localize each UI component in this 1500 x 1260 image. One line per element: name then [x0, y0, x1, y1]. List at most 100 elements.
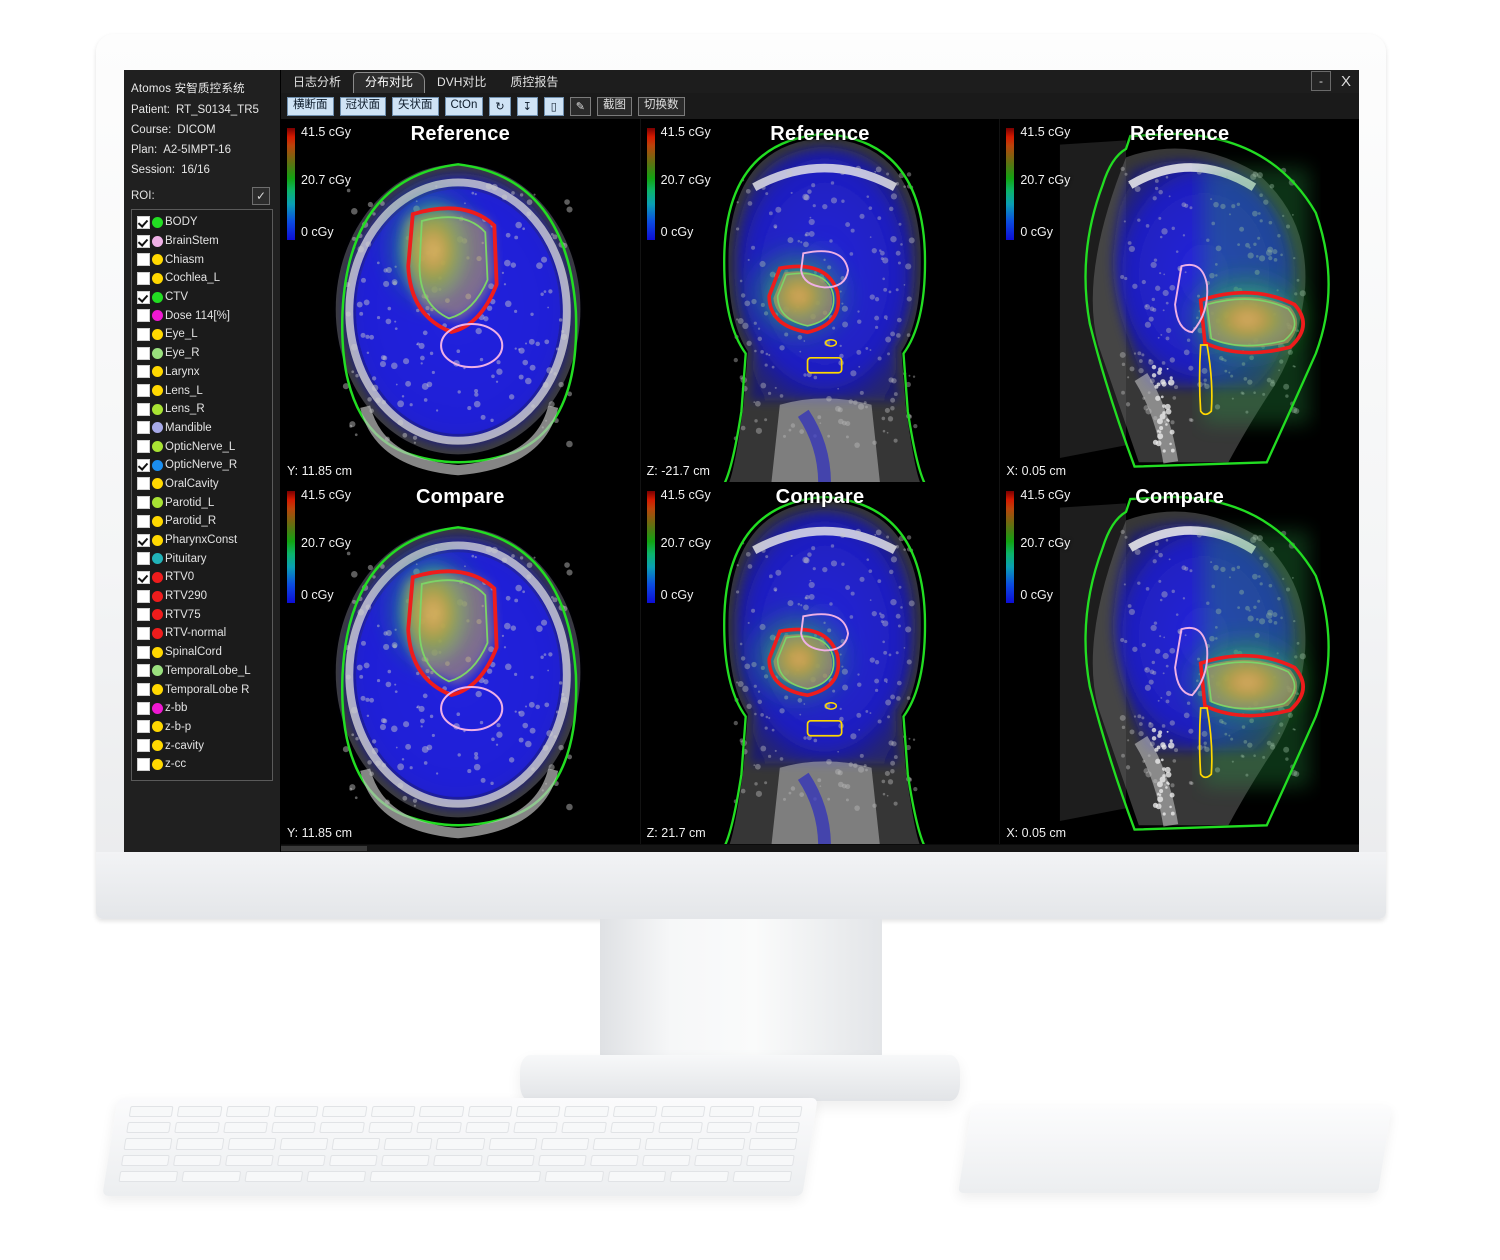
roi-list-item[interactable]: Lens_L: [134, 381, 272, 400]
roi-checkbox[interactable]: [137, 514, 150, 528]
roi-list-item[interactable]: z-cc: [134, 755, 272, 774]
course-value: DICOM: [177, 124, 216, 136]
viewport-compare-sagittal[interactable]: 41.5 cGy 20.7 cGy 0 cGy Compare X: 0.05 cm: [1000, 481, 1359, 844]
toolbar-button-1[interactable]: 冠状面: [339, 96, 386, 116]
roi-checkbox[interactable]: [137, 496, 150, 510]
roi-checkbox[interactable]: [137, 720, 150, 734]
roi-checkbox[interactable]: [137, 384, 150, 398]
toolbar-button-3[interactable]: CtOn: [444, 96, 484, 116]
roi-checkbox[interactable]: [137, 458, 150, 472]
roi-list-item[interactable]: RTV290: [134, 587, 272, 606]
roi-list-item[interactable]: z-bb: [134, 699, 272, 718]
roi-list-item[interactable]: OpticNerve_R: [134, 456, 272, 475]
roi-list-item[interactable]: Eye_L: [134, 325, 272, 344]
horizontal-scrollbar[interactable]: [281, 844, 1359, 852]
roi-checkbox[interactable]: [137, 552, 150, 566]
scrollbar-thumb[interactable]: [281, 846, 367, 851]
roi-checkbox[interactable]: [137, 739, 150, 753]
close-button[interactable]: X: [1337, 72, 1355, 90]
roi-checkbox[interactable]: [137, 327, 150, 341]
roi-list-item[interactable]: Cochlea_L: [134, 269, 272, 288]
roi-checkbox[interactable]: [137, 253, 150, 267]
roi-list-item[interactable]: CTV: [134, 288, 272, 307]
toolbar-button-9[interactable]: 切换数: [638, 96, 685, 116]
rotate-icon[interactable]: ↻: [489, 96, 511, 116]
colorbar-max-label: 41.5 cGy: [1020, 125, 1071, 139]
roi-list[interactable]: BODY BrainStem Chiasm Cochlea_L CTV Dose 114[…: [131, 209, 273, 781]
colorbar-mid-label: 20.7 cGy: [660, 535, 711, 550]
viewport-reference-sagittal[interactable]: 41.5 cGy 20.7 cGy 0 cGy Reference X: 0.05 cm: [1000, 119, 1359, 482]
tab-bar[interactable]: 日志分析 分布对比 DVH对比 质控报告 - X: [281, 70, 1359, 93]
roi-checkbox[interactable]: [137, 608, 150, 622]
viewport-compare-coronal[interactable]: 41.5 cGy 20.7 cGy 0 cGy Compare Z: 21.7 cm: [640, 481, 1001, 844]
roi-list-item[interactable]: RTV-normal: [134, 624, 272, 643]
minimize-button[interactable]: -: [1311, 71, 1331, 91]
roi-checkbox[interactable]: [137, 570, 150, 584]
roi-list-item[interactable]: RTV75: [134, 605, 272, 624]
roi-checkbox[interactable]: [137, 271, 150, 285]
viewport-reference-coronal[interactable]: 41.5 cGy 20.7 cGy 0 cGy Reference Z: -21.7 c…: [640, 119, 1001, 482]
roi-list-item[interactable]: RTV0: [134, 568, 272, 587]
roi-item-label: OpticNerve_L: [165, 440, 236, 453]
roi-color-swatch: [152, 758, 163, 770]
tab-3[interactable]: 质控报告: [498, 72, 570, 93]
roi-list-item[interactable]: Eye_R: [134, 344, 272, 363]
tab-2[interactable]: DVH对比: [425, 72, 498, 93]
download-icon[interactable]: ↧: [516, 96, 538, 116]
roi-list-item[interactable]: TemporalLobe_L: [134, 662, 272, 681]
pencil-icon[interactable]: ✎: [569, 96, 591, 116]
roi-checkbox[interactable]: [137, 346, 150, 360]
roi-list-item[interactable]: OralCavity: [134, 475, 272, 494]
roi-list-item[interactable]: Dose 114[%]: [134, 306, 272, 325]
roi-checkbox[interactable]: [137, 477, 150, 491]
roi-checkbox[interactable]: [137, 664, 150, 678]
roi-checkbox[interactable]: [137, 234, 150, 248]
toolbar-button-0[interactable]: 横断面: [287, 96, 334, 116]
roi-checkbox[interactable]: [137, 309, 150, 323]
roi-checkbox[interactable]: [137, 215, 150, 229]
roi-checkbox[interactable]: [137, 402, 150, 416]
colorbar-mid-label: 20.7 cGy: [301, 173, 352, 187]
roi-checkbox[interactable]: [137, 757, 150, 771]
roi-list-item[interactable]: PharynxConst: [134, 531, 272, 550]
roi-list-item[interactable]: Parotid_R: [134, 512, 272, 531]
roi-list-item[interactable]: Mandible: [134, 419, 272, 438]
roi-list-item[interactable]: Parotid_L: [134, 493, 272, 512]
roi-checkbox[interactable]: [137, 626, 150, 640]
roi-checkbox[interactable]: [137, 701, 150, 715]
roi-color-swatch: [152, 347, 163, 359]
roi-list-item[interactable]: z-b-p: [134, 718, 272, 737]
roi-checkbox[interactable]: [137, 533, 150, 547]
roi-list-item[interactable]: TemporalLobe R: [134, 680, 272, 699]
roi-list-item[interactable]: BODY: [134, 213, 272, 232]
tab-0[interactable]: 日志分析: [281, 72, 353, 93]
viewport-reference-axial[interactable]: 41.5 cGy 20.7 cGy 0 cGy Reference Y: 11.85 c…: [281, 119, 641, 482]
toolbar[interactable]: 横断面 冠状面 矢状面 CtOn ↻ ↧ ▯ ✎ 截图 切换数: [281, 93, 1359, 119]
roi-list-item[interactable]: z-cavity: [134, 736, 272, 755]
roi-checkbox[interactable]: [137, 440, 150, 454]
tab-1[interactable]: 分布对比: [353, 72, 426, 93]
roi-checkbox[interactable]: [137, 365, 150, 379]
roi-color-swatch: [152, 665, 163, 677]
keyboard-key: [271, 1122, 317, 1134]
viewport-compare-axial[interactable]: 41.5 cGy 20.7 cGy 0 cGy Compare Y: 11.85 cm: [281, 481, 641, 844]
roi-list-item[interactable]: BrainStem: [134, 232, 272, 251]
roi-checkbox[interactable]: [137, 421, 150, 435]
dose-colorbar: 41.5 cGy 20.7 cGy 0 cGy: [287, 125, 383, 245]
roi-select-all-checkbox[interactable]: ✓: [252, 187, 270, 205]
roi-checkbox[interactable]: [137, 645, 150, 659]
keyboard-key: [513, 1122, 559, 1134]
roi-list-item[interactable]: Larynx: [134, 363, 272, 382]
roi-checkbox[interactable]: [137, 290, 150, 304]
roi-list-item[interactable]: Chiasm: [134, 250, 272, 269]
roi-list-item[interactable]: Pituitary: [134, 549, 272, 568]
slice-coordinate-label: Z: 21.7 cm: [646, 826, 706, 840]
toolbar-button-2[interactable]: 矢状面: [392, 96, 439, 116]
roi-list-item[interactable]: OpticNerve_L: [134, 437, 272, 456]
roi-checkbox[interactable]: [137, 683, 150, 697]
roi-list-item[interactable]: SpinalCord: [134, 643, 272, 662]
ruler-icon[interactable]: ▯: [543, 96, 564, 116]
roi-checkbox[interactable]: [137, 589, 150, 603]
roi-list-item[interactable]: Lens_R: [134, 400, 272, 419]
toolbar-button-8[interactable]: 截图: [597, 96, 632, 116]
